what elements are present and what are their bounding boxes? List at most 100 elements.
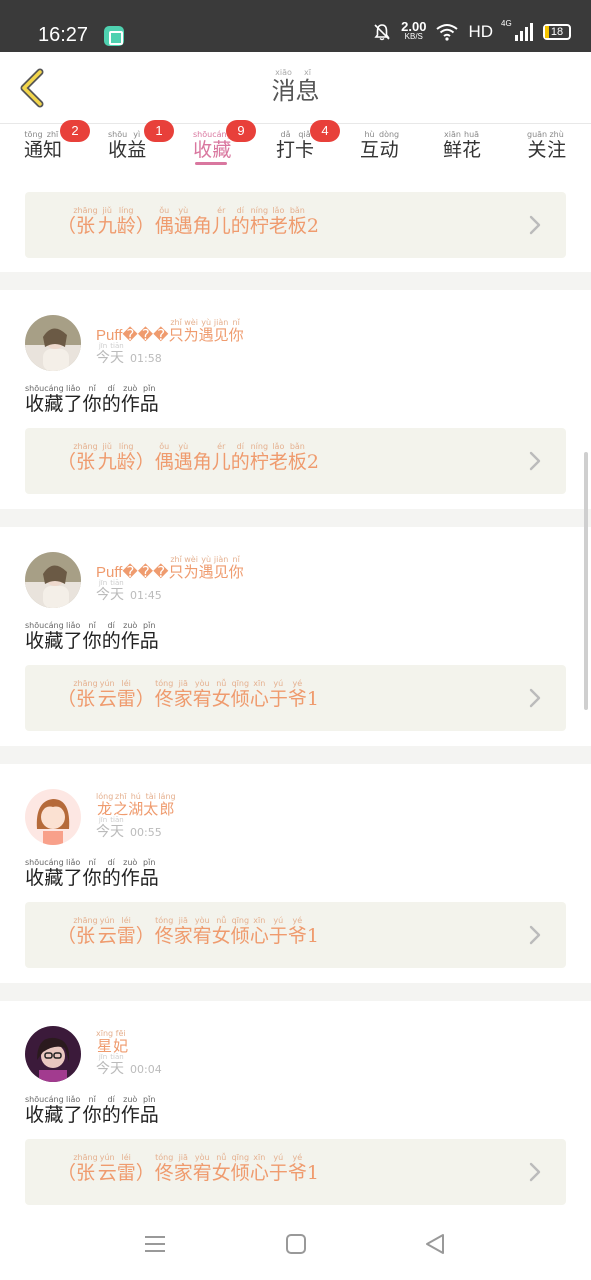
tab-5[interactable]: 鲜xiān花huā: [443, 130, 481, 162]
username-char: 为wèi: [183, 555, 199, 581]
username-char: 为wèi: [183, 318, 199, 344]
work-link[interactable]: （张zhāng云yún雷léi）佟tóng家jiā宥yòu女nǚ倾qīng心xī…: [25, 1139, 566, 1205]
work-title-char: 雷léi: [116, 916, 136, 947]
message-time: 今jīn天tiān 00:55: [96, 816, 162, 841]
work-title-text: 1: [306, 925, 319, 947]
action-char: 你nǐ: [82, 858, 102, 889]
username-char: 见jiàn: [213, 318, 229, 344]
day-label: 今jīn天tiān: [96, 1053, 124, 1077]
work-title-char: 老lǎo: [268, 206, 288, 237]
work-title-char: 倾qīng: [230, 916, 250, 947]
work-title-char: 雷léi: [116, 1153, 136, 1184]
work-title-char: 的dí: [230, 206, 250, 237]
message-tabs: 通tōng知zhī 2 收shōu益yì 1 收shōu藏cáng 9 打dǎ卡qiǎ 4 互h…: [0, 120, 591, 172]
work-title-char: 张zhāng: [73, 206, 98, 237]
tab-3[interactable]: 打dǎ卡qiǎ: [276, 130, 314, 162]
tab-label-char: 收shōu: [108, 130, 128, 161]
message-card[interactable]: Puff���只zhǐ为wèi遇yù见jiàn你nǐ 今jīn天tiān 01:45…: [0, 527, 591, 746]
work-title-char: 爷yé: [287, 1153, 307, 1184]
work-title-char: 板bǎn: [287, 206, 307, 237]
time-label: 00:04: [130, 1063, 162, 1076]
work-title-char: 龄líng: [116, 442, 136, 473]
tab-4[interactable]: 互hù动dòng: [360, 130, 399, 162]
back-triangle-icon[interactable]: [422, 1232, 448, 1256]
action-char: 藏cáng: [44, 858, 64, 889]
action-char: 品pǐn: [139, 1095, 159, 1126]
work-title-char: 角: [192, 451, 212, 473]
work-title-text: ）: [135, 688, 155, 710]
tab-label-char: 卡qiǎ: [295, 130, 315, 161]
work-title-char: 张zhāng: [73, 916, 98, 947]
work-title-char: 倾qīng: [230, 679, 250, 710]
work-title-char: 张zhāng: [73, 442, 98, 473]
username[interactable]: 龙lóng之zhī湖hú太tài郎láng: [96, 792, 176, 819]
message-time: 今jīn天tiān 01:58: [96, 342, 162, 367]
work-title-char: 雷léi: [116, 679, 136, 710]
page-title: 消xiāo息xī: [0, 68, 591, 106]
action-char: 品pǐn: [139, 858, 159, 889]
username-char: 你nǐ: [228, 555, 244, 581]
work-title-char: 家jiā: [173, 1153, 193, 1184]
message-list: （张zhāng九jiǔ龄líng）偶ǒu遇yù角儿ér的dí柠níng老lǎo板…: [0, 172, 591, 1220]
chevron-right-icon: [529, 451, 541, 471]
work-title-char: 心xīn: [249, 1153, 269, 1184]
tab-1[interactable]: 收shōu益yì: [108, 130, 146, 162]
action-char: 了liǎo: [63, 621, 83, 652]
avatar[interactable]: [25, 1026, 81, 1082]
work-title-char: 宥yòu: [192, 916, 212, 947]
action-char: 收shōu: [25, 1095, 45, 1126]
work-link[interactable]: （张zhāng云yún雷léi）佟tóng家jiā宥yòu女nǚ倾qīng心xī…: [25, 665, 566, 731]
chevron-right-icon: [529, 688, 541, 708]
work-link[interactable]: （张zhāng九jiǔ龄líng）偶ǒu遇yù角儿ér的dí柠níng老lǎo板…: [25, 428, 566, 494]
work-title-text: 2: [306, 215, 319, 237]
scrollbar[interactable]: [584, 452, 588, 710]
avatar[interactable]: [25, 789, 81, 845]
username[interactable]: Puff���只zhǐ为wèi遇yù见jiàn你nǐ: [96, 318, 244, 345]
home-square-icon[interactable]: [283, 1232, 309, 1256]
message-card[interactable]: Puff���只zhǐ为wèi遇yù见jiàn你nǐ 今jīn天tiān 01:58…: [0, 290, 591, 509]
avatar[interactable]: [25, 315, 81, 371]
day-char: 今jīn: [96, 1053, 110, 1077]
tab-label-char: 通tōng: [24, 130, 44, 161]
network-speed: 2.00 KB/S: [401, 19, 427, 42]
work-title: （张zhāng云yún雷léi）佟tóng家jiā宥yòu女nǚ倾qīng心xī…: [57, 916, 319, 948]
work-title-char: 儿ér: [211, 442, 231, 473]
card-gap: [0, 746, 591, 764]
username-char: 你nǐ: [228, 318, 244, 344]
day-char: 今jīn: [96, 342, 110, 366]
work-title-char: 九jiǔ: [97, 442, 117, 473]
message-time: 今jīn天tiān 00:04: [96, 1053, 162, 1078]
message-card[interactable]: 星xīng妃fēi 今jīn天tiān 00:04 收shōu藏cáng了liǎo你n…: [0, 1001, 591, 1220]
tab-badge: 2: [60, 120, 90, 142]
action-char: 作zuò: [120, 858, 140, 889]
work-link[interactable]: （张zhāng云yún雷léi）佟tóng家jiā宥yòu女nǚ倾qīng心xī…: [25, 902, 566, 968]
work-title-char: 佟tóng: [154, 916, 174, 947]
work-title-char: 柠níng: [249, 442, 269, 473]
username[interactable]: 星xīng妃fēi: [96, 1029, 128, 1056]
work-title-char: 云yún: [97, 679, 117, 710]
tab-0[interactable]: 通tōng知zhī: [24, 130, 62, 162]
action-char: 藏cáng: [44, 384, 64, 415]
username-char: 遇yù: [198, 555, 214, 581]
chevron-right-icon: [529, 925, 541, 945]
avatar[interactable]: [25, 552, 81, 608]
action-text: 收shōu藏cáng了liǎo你nǐ的dí作zuò品pǐn: [25, 384, 159, 416]
work-title-char: 柠níng: [249, 206, 269, 237]
tab-6[interactable]: 关guān注zhù: [527, 130, 566, 162]
work-title-char: 于yú: [268, 679, 288, 710]
action-char: 你nǐ: [82, 384, 102, 415]
message-card[interactable]: 龙lóng之zhī湖hú太tài郎láng 今jīn天tiān 00:55 收shōu…: [0, 764, 591, 983]
menu-icon[interactable]: [142, 1232, 168, 1256]
card-gap: [0, 983, 591, 1001]
work-title-text: ）: [135, 215, 155, 237]
network-speed-value: 2.00: [401, 19, 427, 34]
tab-badge: 4: [310, 120, 340, 142]
work-link[interactable]: （张zhāng九jiǔ龄líng）偶ǒu遇yù角儿ér的dí柠níng老lǎo板…: [25, 192, 566, 258]
username[interactable]: Puff���只zhǐ为wèi遇yù见jiàn你nǐ: [96, 555, 244, 582]
action-char: 藏cáng: [44, 1095, 64, 1126]
username-char: 遇yù: [198, 318, 214, 344]
work-title: （张zhāng云yún雷léi）佟tóng家jiā宥yòu女nǚ倾qīng心xī…: [57, 1153, 319, 1185]
wifi-icon: [436, 24, 459, 41]
work-title-text: 1: [306, 1162, 319, 1184]
battery-icon: 18: [543, 24, 571, 40]
